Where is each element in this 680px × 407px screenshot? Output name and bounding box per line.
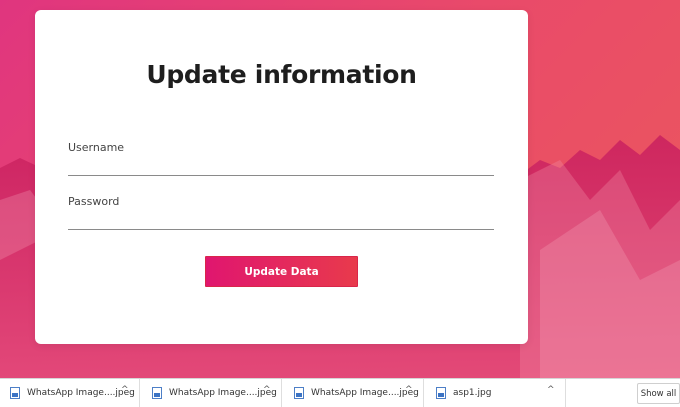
show-all-button[interactable]: Show all <box>637 383 680 404</box>
chevron-up-icon[interactable]: ^ <box>405 385 413 395</box>
download-filename: WhatsApp Image....jpeg <box>311 388 419 398</box>
password-label: Password <box>68 195 120 208</box>
download-item[interactable]: asp1.jpg ^ <box>426 379 566 407</box>
image-file-icon <box>436 387 446 399</box>
download-item[interactable]: WhatsApp Image....jpeg ^ <box>0 379 140 407</box>
image-file-icon <box>294 387 304 399</box>
password-input[interactable] <box>68 212 494 230</box>
page-title: Update information <box>146 60 417 89</box>
chevron-up-icon[interactable]: ^ <box>263 385 271 395</box>
password-field-group: Password <box>68 195 494 230</box>
username-field-group: Username <box>68 141 494 176</box>
image-file-icon <box>10 387 20 399</box>
image-file-icon <box>152 387 162 399</box>
update-form-card: Update information Username Password Upd… <box>35 10 528 344</box>
chevron-up-icon[interactable]: ^ <box>547 385 555 395</box>
download-item[interactable]: WhatsApp Image....jpeg ^ <box>284 379 424 407</box>
download-filename: WhatsApp Image....jpeg <box>169 388 277 398</box>
download-filename: asp1.jpg <box>453 388 492 398</box>
username-label: Username <box>68 141 125 154</box>
username-input[interactable] <box>68 158 494 176</box>
download-filename: WhatsApp Image....jpeg <box>27 388 135 398</box>
download-item[interactable]: WhatsApp Image....jpeg ^ <box>142 379 282 407</box>
update-data-button[interactable]: Update Data <box>205 256 358 287</box>
download-shelf: WhatsApp Image....jpeg ^ WhatsApp Image.… <box>0 378 680 407</box>
chevron-up-icon[interactable]: ^ <box>121 385 129 395</box>
